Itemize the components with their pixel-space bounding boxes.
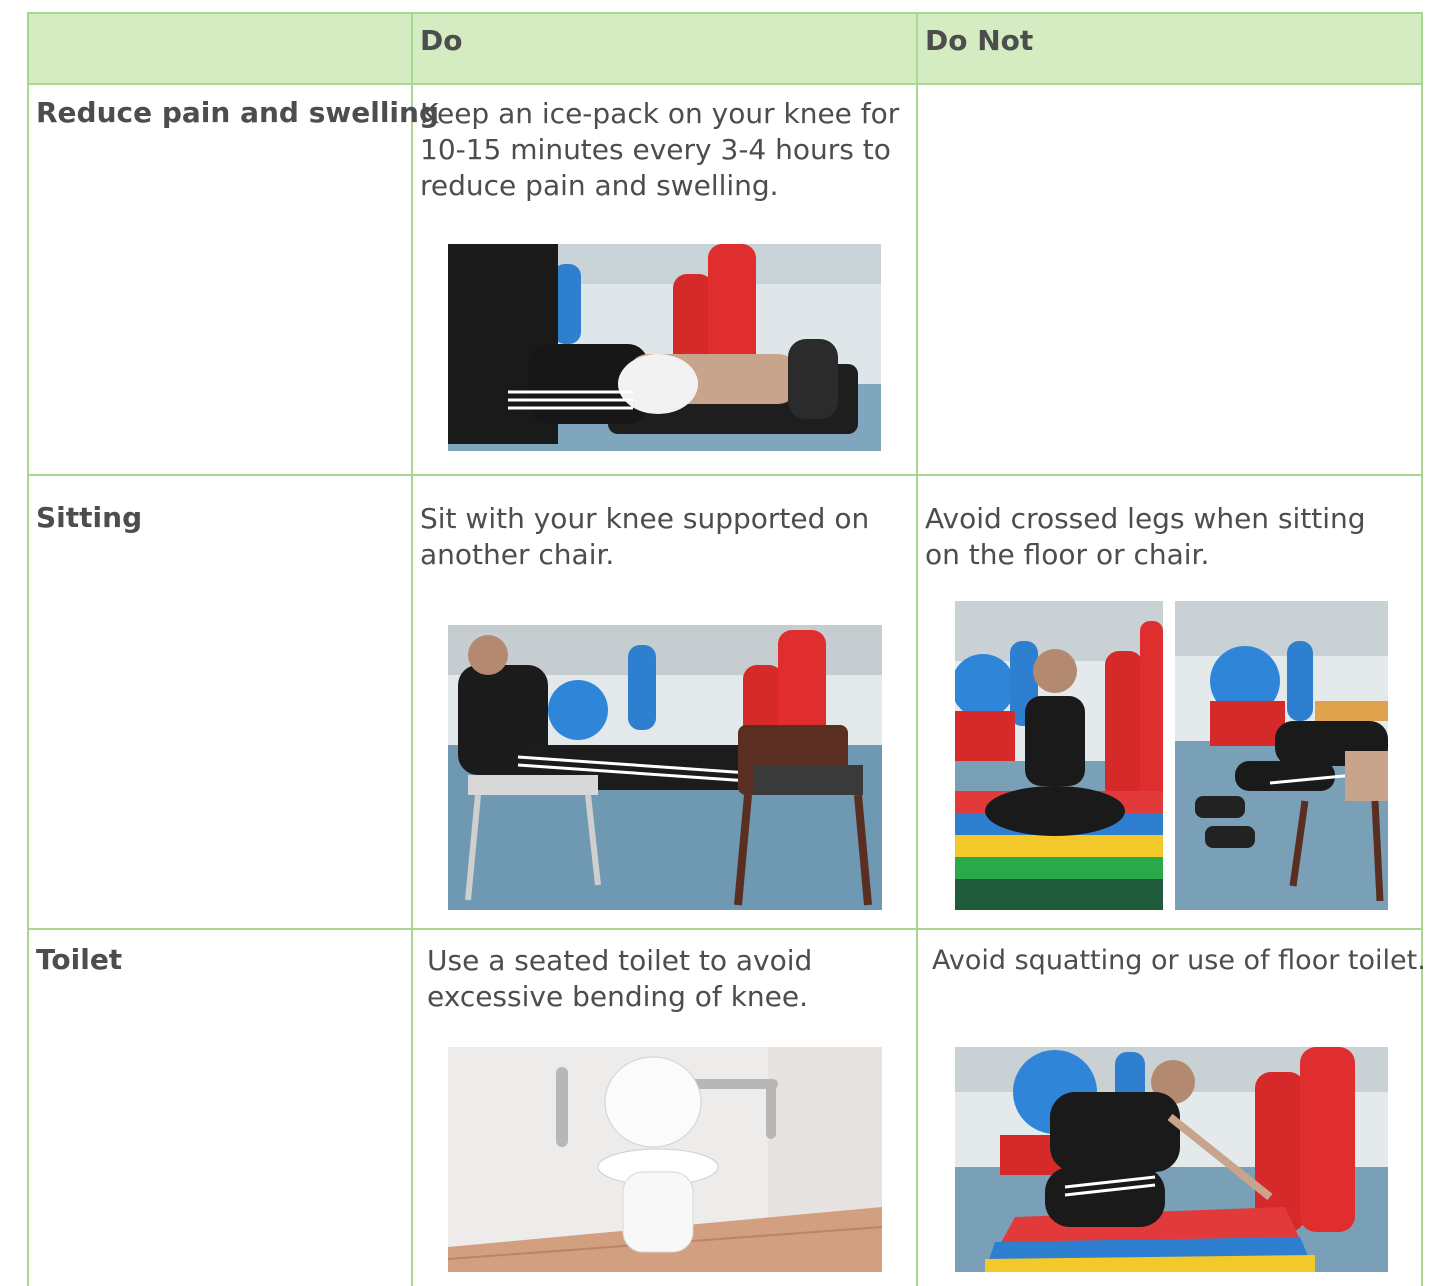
do-dont-table: Do Do Not Reduce pain and swelling Keep … <box>0 0 1439 1286</box>
row-label-reduce-pain: Reduce pain and swelling <box>36 96 439 129</box>
table-border-right <box>1421 12 1423 1286</box>
photo-squatting <box>955 1047 1388 1272</box>
do-not-text-toilet: Avoid squatting or use of floor toilet. <box>932 945 1426 976</box>
photo-knee-supported-on-chair <box>448 625 882 910</box>
header-do-not: Do Not <box>925 24 1034 57</box>
do-text-reduce-pain: Keep an ice-pack on your knee for 10-15 … <box>420 97 900 202</box>
table-divider-header <box>27 83 1423 85</box>
do-text-sitting: Sit with your knee supported on another … <box>420 502 870 571</box>
row-label-sitting: Sitting <box>36 501 143 534</box>
table-divider-col2 <box>916 12 918 1286</box>
photo-ice-pack-knee <box>448 244 881 451</box>
table-border-left <box>27 12 29 1286</box>
row-label-toilet: Toilet <box>36 943 123 976</box>
table-divider-row2 <box>27 928 1423 930</box>
header-do: Do <box>420 24 463 57</box>
photo-seated-toilet <box>448 1047 882 1272</box>
photo-crossed-legs-chair <box>1175 601 1388 910</box>
table-divider-col1 <box>411 12 413 1286</box>
do-text-toilet: Use a seated toilet to avoid excessive b… <box>427 944 813 1013</box>
photo-cross-legged-floor <box>955 601 1163 910</box>
do-not-text-sitting: Avoid crossed legs when sitting on the f… <box>925 502 1366 571</box>
table-border-top <box>27 12 1423 14</box>
table-divider-row1 <box>27 474 1423 476</box>
table-header-row <box>27 13 1422 84</box>
